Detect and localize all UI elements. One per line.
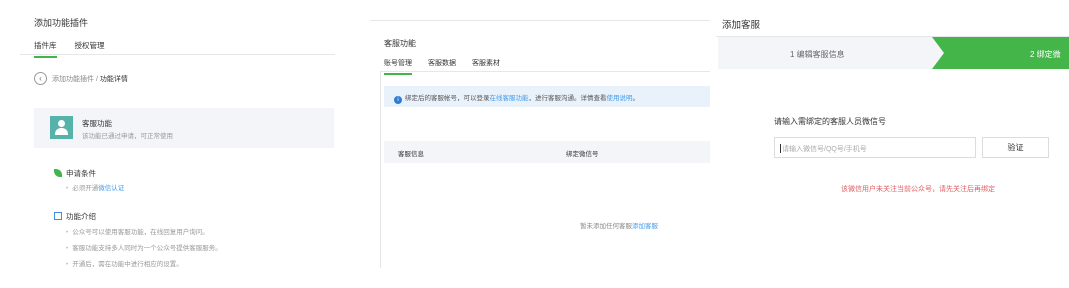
column-header-wechat: 绑定微信号 xyxy=(566,151,599,158)
top-divider xyxy=(370,20,710,21)
breadcrumb-parent[interactable]: 添加功能插件 / xyxy=(52,76,100,83)
chevron-left-icon[interactable]: ‹ xyxy=(34,72,47,85)
input-placeholder: 请输入微信号/QQ号/手机号 xyxy=(782,146,867,153)
info-icon: i xyxy=(394,96,402,104)
page-title: 客服功能 xyxy=(384,39,416,48)
column-header-info: 客服信息 xyxy=(398,151,424,158)
tab-authorization[interactable]: 授权管理 xyxy=(75,40,105,58)
service-tabs: 账号管理 客服数据 客服素材 xyxy=(384,58,500,75)
leaf-icon xyxy=(54,169,62,177)
plugin-status: 该功能已通过申请，可正常使用 xyxy=(82,133,173,140)
tab-divider xyxy=(380,71,710,72)
content-border xyxy=(380,72,381,268)
page-title: 添加功能插件 xyxy=(34,18,89,28)
breadcrumb: 添加功能插件 / 功能详情 xyxy=(52,74,128,84)
info-box-icon xyxy=(54,212,62,220)
customer-service-panel: 客服功能 账号管理 客服数据 客服素材 i 绑定后的客服帐号，可以登录在线客服功能… xyxy=(370,0,710,288)
intro-heading: 功能介绍 xyxy=(66,212,96,221)
intro-item-text: 客服功能支持多人同时为一个公众号提供客服服务。 xyxy=(72,245,222,252)
step-1: 1 编辑客服信息 xyxy=(790,50,845,59)
step-2: 2 绑定微 xyxy=(1030,50,1061,59)
verify-button[interactable]: 验证 xyxy=(982,137,1049,158)
table-header: 客服信息 绑定微信号 xyxy=(384,141,710,163)
plugin-card: 客服功能 该功能已通过申请，可正常使用 xyxy=(34,108,334,148)
empty-text: 暂未添加任何客服 xyxy=(580,223,632,230)
plugin-name: 客服功能 xyxy=(82,119,112,128)
usage-guide-link[interactable]: 使用说明 xyxy=(607,95,633,102)
add-service-panel: 添加客服 1 编辑客服信息 2 绑定微 请输入需绑定的客服人员微信号 请输入微信… xyxy=(716,0,1069,288)
tab-plugin-library[interactable]: 插件库 xyxy=(34,40,57,58)
wechat-input-label: 请输入需绑定的客服人员微信号 xyxy=(774,117,886,126)
info-text: ，进行客服沟通。详情查看 xyxy=(528,95,607,102)
wechat-id-input[interactable]: 请输入微信号/QQ号/手机号 xyxy=(774,137,976,158)
breadcrumb-current: 功能详情 xyxy=(99,76,128,83)
intro-item-text: 开通后，需在功能中进行相应的设置。 xyxy=(72,261,183,268)
empty-state: 暂未添加任何客服添加客服 xyxy=(580,220,658,230)
intro-item: • 开通后，需在功能中进行相应的设置。 xyxy=(66,261,183,268)
plugin-detail-panel: 添加功能插件 插件库 授权管理 ‹ 添加功能插件 / 功能详情 客服功能 该功能… xyxy=(0,0,345,288)
tab-account-management[interactable]: 账号管理 xyxy=(384,58,412,75)
tab-service-materials[interactable]: 客服素材 xyxy=(472,58,500,75)
intro-item: • 公众号可以使用客服功能，在线回复用户询问。 xyxy=(66,229,209,236)
tab-divider xyxy=(20,54,335,55)
plugin-tabs: 插件库 授权管理 xyxy=(34,40,105,58)
intro-item: • 客服功能支持多人同时为一个公众号提供客服服务。 xyxy=(66,245,222,252)
condition-text: 必须开通 xyxy=(72,185,99,192)
verification-link[interactable]: 微信认证 xyxy=(98,185,124,192)
info-text: 绑定后的客服帐号，可以登录 xyxy=(405,95,490,102)
page-title: 添加客服 xyxy=(722,20,761,31)
online-service-link[interactable]: 在线客服功能 xyxy=(490,95,529,102)
step-indicator: 1 编辑客服信息 2 绑定微 xyxy=(718,37,1069,69)
info-text: 。 xyxy=(632,95,640,102)
intro-item-text: 公众号可以使用客服功能，在线回复用户询问。 xyxy=(72,229,209,236)
text-caret xyxy=(780,144,781,153)
tab-service-data[interactable]: 客服数据 xyxy=(428,58,456,75)
error-message: 该微信用户未关注当前公众号，请先关注后再绑定 xyxy=(841,186,995,193)
info-banner: i 绑定后的客服帐号，可以登录在线客服功能，进行客服沟通。详情查看使用说明。 xyxy=(384,86,710,107)
condition-item: • 必须开通微信认证 xyxy=(66,185,125,192)
user-avatar-icon xyxy=(50,116,73,139)
add-service-link[interactable]: 添加客服 xyxy=(632,223,658,230)
conditions-heading: 申请条件 xyxy=(66,169,96,178)
